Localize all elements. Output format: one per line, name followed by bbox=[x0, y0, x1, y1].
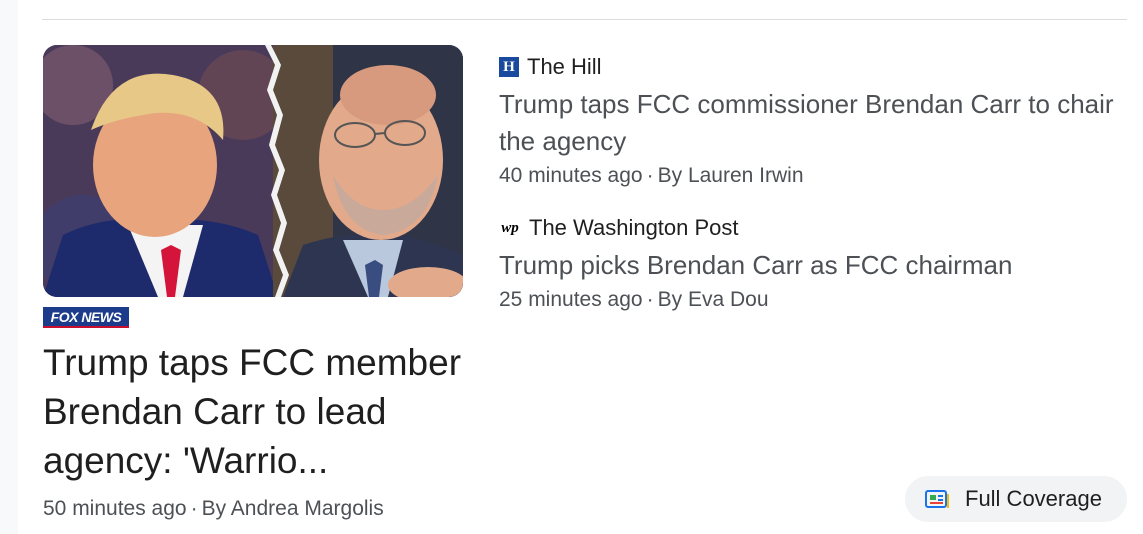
full-coverage-button[interactable]: Full Coverage bbox=[905, 476, 1127, 522]
featured-story-image[interactable] bbox=[43, 45, 463, 297]
story-title[interactable]: Trump picks Brendan Carr as FCC chairman bbox=[499, 247, 1129, 284]
story-meta: 25 minutes ago · By Eva Dou bbox=[499, 288, 1129, 312]
story-source: H The Hill bbox=[499, 54, 1129, 80]
story-item-washington-post[interactable]: wp The Washington Post Trump picks Brend… bbox=[499, 215, 1129, 312]
story-source-name: The Hill bbox=[527, 54, 602, 79]
featured-story-author: By Andrea Margolis bbox=[201, 497, 384, 520]
featured-image-graphic bbox=[43, 45, 463, 297]
left-gutter bbox=[0, 0, 18, 534]
top-divider bbox=[42, 19, 1127, 20]
featured-story-title[interactable]: Trump taps FCC member Brendan Carr to le… bbox=[43, 338, 473, 485]
story-meta: 40 minutes ago · By Lauren Irwin bbox=[499, 164, 1129, 188]
story-title[interactable]: Trump taps FCC commissioner Brendan Carr… bbox=[499, 86, 1129, 160]
story-source-name: The Washington Post bbox=[529, 215, 739, 240]
story-time: 25 minutes ago bbox=[499, 288, 643, 311]
wapo-logo-icon: wp bbox=[501, 219, 519, 236]
fox-news-logo: FOX NEWS bbox=[43, 307, 129, 328]
story-source: wp The Washington Post bbox=[499, 215, 1129, 241]
meta-separator: · bbox=[190, 497, 198, 520]
story-item-the-hill[interactable]: H The Hill Trump taps FCC commissioner B… bbox=[499, 54, 1129, 188]
meta-separator: · bbox=[646, 164, 654, 187]
story-author: By Eva Dou bbox=[657, 288, 769, 311]
featured-story-meta: 50 minutes ago · By Andrea Margolis bbox=[43, 497, 384, 521]
meta-separator: · bbox=[646, 288, 654, 311]
full-coverage-icon bbox=[925, 488, 951, 510]
story-author: By Lauren Irwin bbox=[657, 164, 804, 187]
featured-story-time: 50 minutes ago bbox=[43, 497, 187, 520]
hill-logo-icon: H bbox=[499, 57, 519, 77]
full-coverage-label: Full Coverage bbox=[965, 486, 1102, 511]
story-time: 40 minutes ago bbox=[499, 164, 643, 187]
